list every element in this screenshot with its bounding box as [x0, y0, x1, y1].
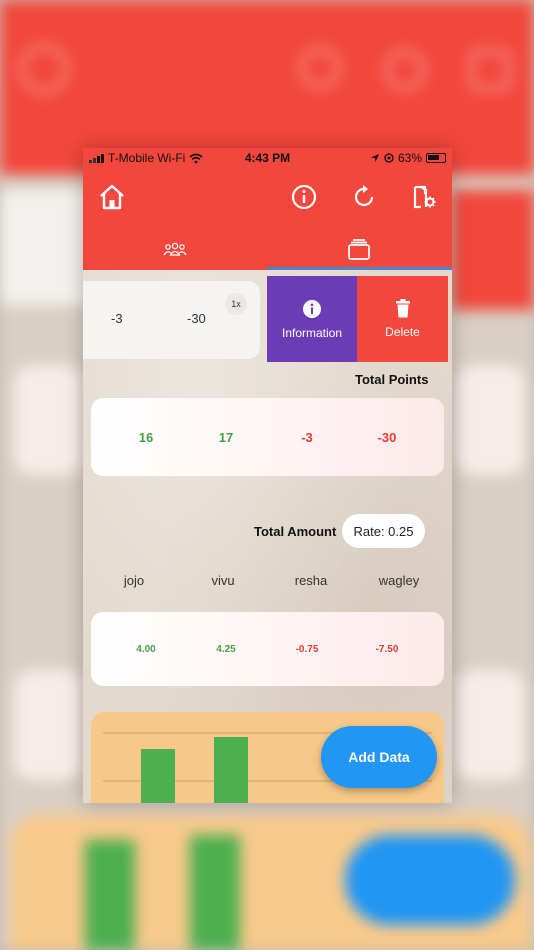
total-points-label: Total Points	[355, 372, 429, 387]
player-name: vivu	[211, 573, 235, 588]
status-right: 63%	[370, 151, 446, 165]
phone-screen: T-Mobile Wi-Fi 4:43 PM 63% -3 -30 1x Inf…	[83, 148, 452, 803]
chart-bar	[141, 749, 175, 803]
total-points-value: -30	[377, 430, 397, 445]
tab-rounds[interactable]	[267, 228, 451, 270]
delete-label: Delete	[385, 325, 420, 339]
tab-players[interactable]	[83, 228, 267, 270]
refresh-icon[interactable]	[349, 182, 379, 212]
total-points-value: 16	[138, 430, 154, 445]
multiplier-badge: 1x	[225, 293, 247, 315]
total-points-card: 16 17 -3 -30	[91, 398, 444, 476]
battery-icon	[426, 153, 446, 163]
home-icon[interactable]	[97, 182, 127, 212]
alarm-icon	[384, 153, 394, 163]
location-arrow-icon	[370, 154, 379, 162]
total-amount-value: -7.50	[375, 644, 399, 655]
delete-button[interactable]: Delete	[357, 276, 448, 362]
total-amount-label: Total Amount	[254, 524, 337, 539]
trash-icon	[395, 299, 410, 318]
total-points-value: -3	[301, 430, 313, 445]
info-icon	[303, 299, 321, 318]
status-bar: T-Mobile Wi-Fi 4:43 PM 63%	[83, 148, 452, 168]
group-icon	[163, 242, 187, 256]
settings-icon[interactable]	[409, 182, 439, 212]
battery-percent: 63%	[397, 151, 422, 165]
info-icon[interactable]	[289, 182, 319, 212]
round-value: -3	[111, 311, 123, 326]
round-value: -30	[187, 311, 206, 326]
add-data-button[interactable]: Add Data	[321, 726, 437, 788]
total-amount-card: 4.00 4.25 -0.75 -7.50	[91, 612, 444, 686]
player-name: wagley	[378, 573, 420, 588]
tab-bar	[83, 228, 452, 270]
app-bar	[83, 168, 452, 270]
player-name: resha	[294, 573, 328, 588]
player-name: jojo	[123, 573, 145, 588]
total-amount-value: 4.25	[216, 644, 236, 655]
chart-bar	[214, 737, 248, 803]
information-label: Information	[281, 325, 343, 340]
total-amount-value: -0.75	[295, 644, 319, 655]
information-button[interactable]: Information	[267, 276, 357, 362]
cards-icon	[348, 239, 370, 260]
total-amount-value: 4.00	[136, 644, 156, 655]
total-points-value: 17	[218, 430, 234, 445]
rate-pill[interactable]: Rate: 0.25	[342, 514, 425, 548]
